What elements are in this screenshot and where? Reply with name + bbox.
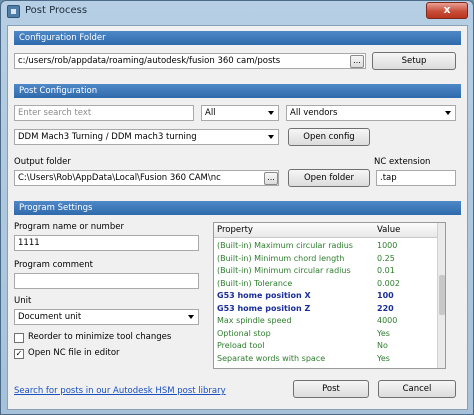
property-value[interactable]: Yes <box>377 354 390 363</box>
table-row[interactable]: Preload tool No <box>214 340 440 352</box>
table-row[interactable]: Max spindle speed 4000 <box>214 315 440 327</box>
open-folder-button[interactable]: Open folder <box>288 169 370 187</box>
vendor-dropdown-value: All vendors <box>290 108 338 118</box>
output-folder-browse-button[interactable]: ... <box>264 171 278 185</box>
unit-dropdown[interactable]: Document unit <box>14 309 199 325</box>
property-name: (Built-in) Minimum chord length <box>217 253 345 263</box>
property-value[interactable]: 0.002 <box>377 279 400 288</box>
property-name: G53 home position X <box>217 291 311 300</box>
unit-dropdown-value: Document unit <box>18 312 82 322</box>
table-row[interactable]: Optional stop Yes <box>214 328 440 340</box>
chevron-down-icon <box>268 111 274 115</box>
chevron-down-icon <box>268 135 274 139</box>
cancel-button[interactable]: Cancel <box>378 380 456 398</box>
table-row[interactable]: (Built-in) Maximum circular radius 1000 <box>214 240 440 252</box>
window-title: Post Process <box>25 5 88 16</box>
filter-dropdown-value: All <box>205 108 216 118</box>
table-scrollbar[interactable] <box>437 223 445 368</box>
post-selector-dropdown[interactable]: DDM Mach3 Turning / DDM mach3 turning <box>14 129 279 145</box>
post-process-window: Post Process x Configuration Folder c:/u… <box>0 0 474 415</box>
open-nc-label: Open NC file in editor <box>28 348 120 358</box>
table-row[interactable]: G53 home position Z 220 <box>214 303 440 315</box>
program-name-label: Program name or number <box>14 222 124 232</box>
reorder-label: Reorder to minimize tool changes <box>28 332 172 342</box>
unit-label: Unit <box>14 296 32 306</box>
post-button[interactable]: Post <box>293 380 369 398</box>
table-header: Property Value <box>214 223 440 238</box>
table-row[interactable]: (Built-in) Minimum circular radius 0.01 <box>214 265 440 277</box>
setup-button[interactable]: Setup <box>372 52 456 70</box>
column-header-property[interactable]: Property <box>217 225 253 235</box>
program-settings-header: Program Settings <box>14 201 461 215</box>
open-nc-checkbox[interactable]: ✓ <box>14 349 24 359</box>
output-folder-path[interactable]: C:\Users\Rob\AppData\Local\Fusion 360 CA… <box>14 170 279 186</box>
column-header-value[interactable]: Value <box>377 225 400 235</box>
config-folder-browse-button[interactable]: ... <box>350 54 364 68</box>
program-comment-label: Program comment <box>14 260 93 270</box>
property-name: Max spindle speed <box>217 316 292 325</box>
app-icon <box>7 5 20 18</box>
property-name: (Built-in) Tolerance <box>217 278 293 288</box>
property-name: Separate words with space <box>217 353 326 363</box>
properties-table[interactable]: Property Value (Built-in) Maximum circul… <box>213 222 446 369</box>
property-value[interactable]: 0.25 <box>377 254 395 263</box>
search-post-library-link[interactable]: Search for posts in our Autodesk HSM pos… <box>14 386 226 396</box>
table-row[interactable]: (Built-in) Tolerance 0.002 <box>214 278 440 290</box>
close-button[interactable]: x <box>426 2 468 19</box>
property-value[interactable]: No <box>377 341 388 350</box>
chevron-down-icon <box>188 315 194 319</box>
reorder-checkbox[interactable] <box>14 333 24 343</box>
dialog-client: Configuration Folder c:/users/rob/appdat… <box>7 25 468 410</box>
scrollbar-thumb[interactable] <box>439 275 445 315</box>
post-configuration-header: Post Configuration <box>14 84 461 98</box>
property-value[interactable]: 220 <box>377 304 394 313</box>
config-folder-path[interactable]: c:/users/rob/appdata/roaming/autodesk/fu… <box>14 53 366 69</box>
nc-extension-label: NC extension <box>374 157 431 167</box>
configuration-folder-header: Configuration Folder <box>14 31 461 45</box>
title-bar[interactable]: Post Process x <box>1 1 473 23</box>
property-name: (Built-in) Maximum circular radius <box>217 241 353 250</box>
open-config-button[interactable]: Open config <box>288 128 370 146</box>
property-name: (Built-in) Minimum circular radius <box>217 266 351 275</box>
property-name: Preload tool <box>217 341 265 350</box>
program-comment-input[interactable] <box>14 273 199 289</box>
property-value[interactable]: 0.01 <box>377 266 395 275</box>
chevron-down-icon <box>445 111 451 115</box>
table-row[interactable]: (Built-in) Minimum chord length 0.25 <box>214 253 440 265</box>
property-name: G53 home position Z <box>217 303 311 313</box>
table-row[interactable]: Separate words with space Yes <box>214 353 440 365</box>
vendor-dropdown[interactable]: All vendors <box>286 105 456 121</box>
search-input[interactable]: Enter search text <box>14 105 194 121</box>
post-selector-value: DDM Mach3 Turning / DDM mach3 turning <box>18 132 197 142</box>
property-value[interactable]: Yes <box>377 329 390 338</box>
filter-dropdown[interactable]: All <box>201 105 279 121</box>
property-value[interactable]: 1000 <box>377 241 397 250</box>
program-name-input[interactable]: 1111 <box>14 235 199 251</box>
nc-extension-input[interactable]: .tap <box>376 170 456 186</box>
table-row[interactable]: G53 home position X 100 <box>214 290 440 302</box>
property-value[interactable]: 4000 <box>377 316 397 325</box>
property-name: Optional stop <box>217 328 271 338</box>
output-folder-label: Output folder <box>14 157 71 167</box>
property-value[interactable]: 100 <box>377 291 394 300</box>
